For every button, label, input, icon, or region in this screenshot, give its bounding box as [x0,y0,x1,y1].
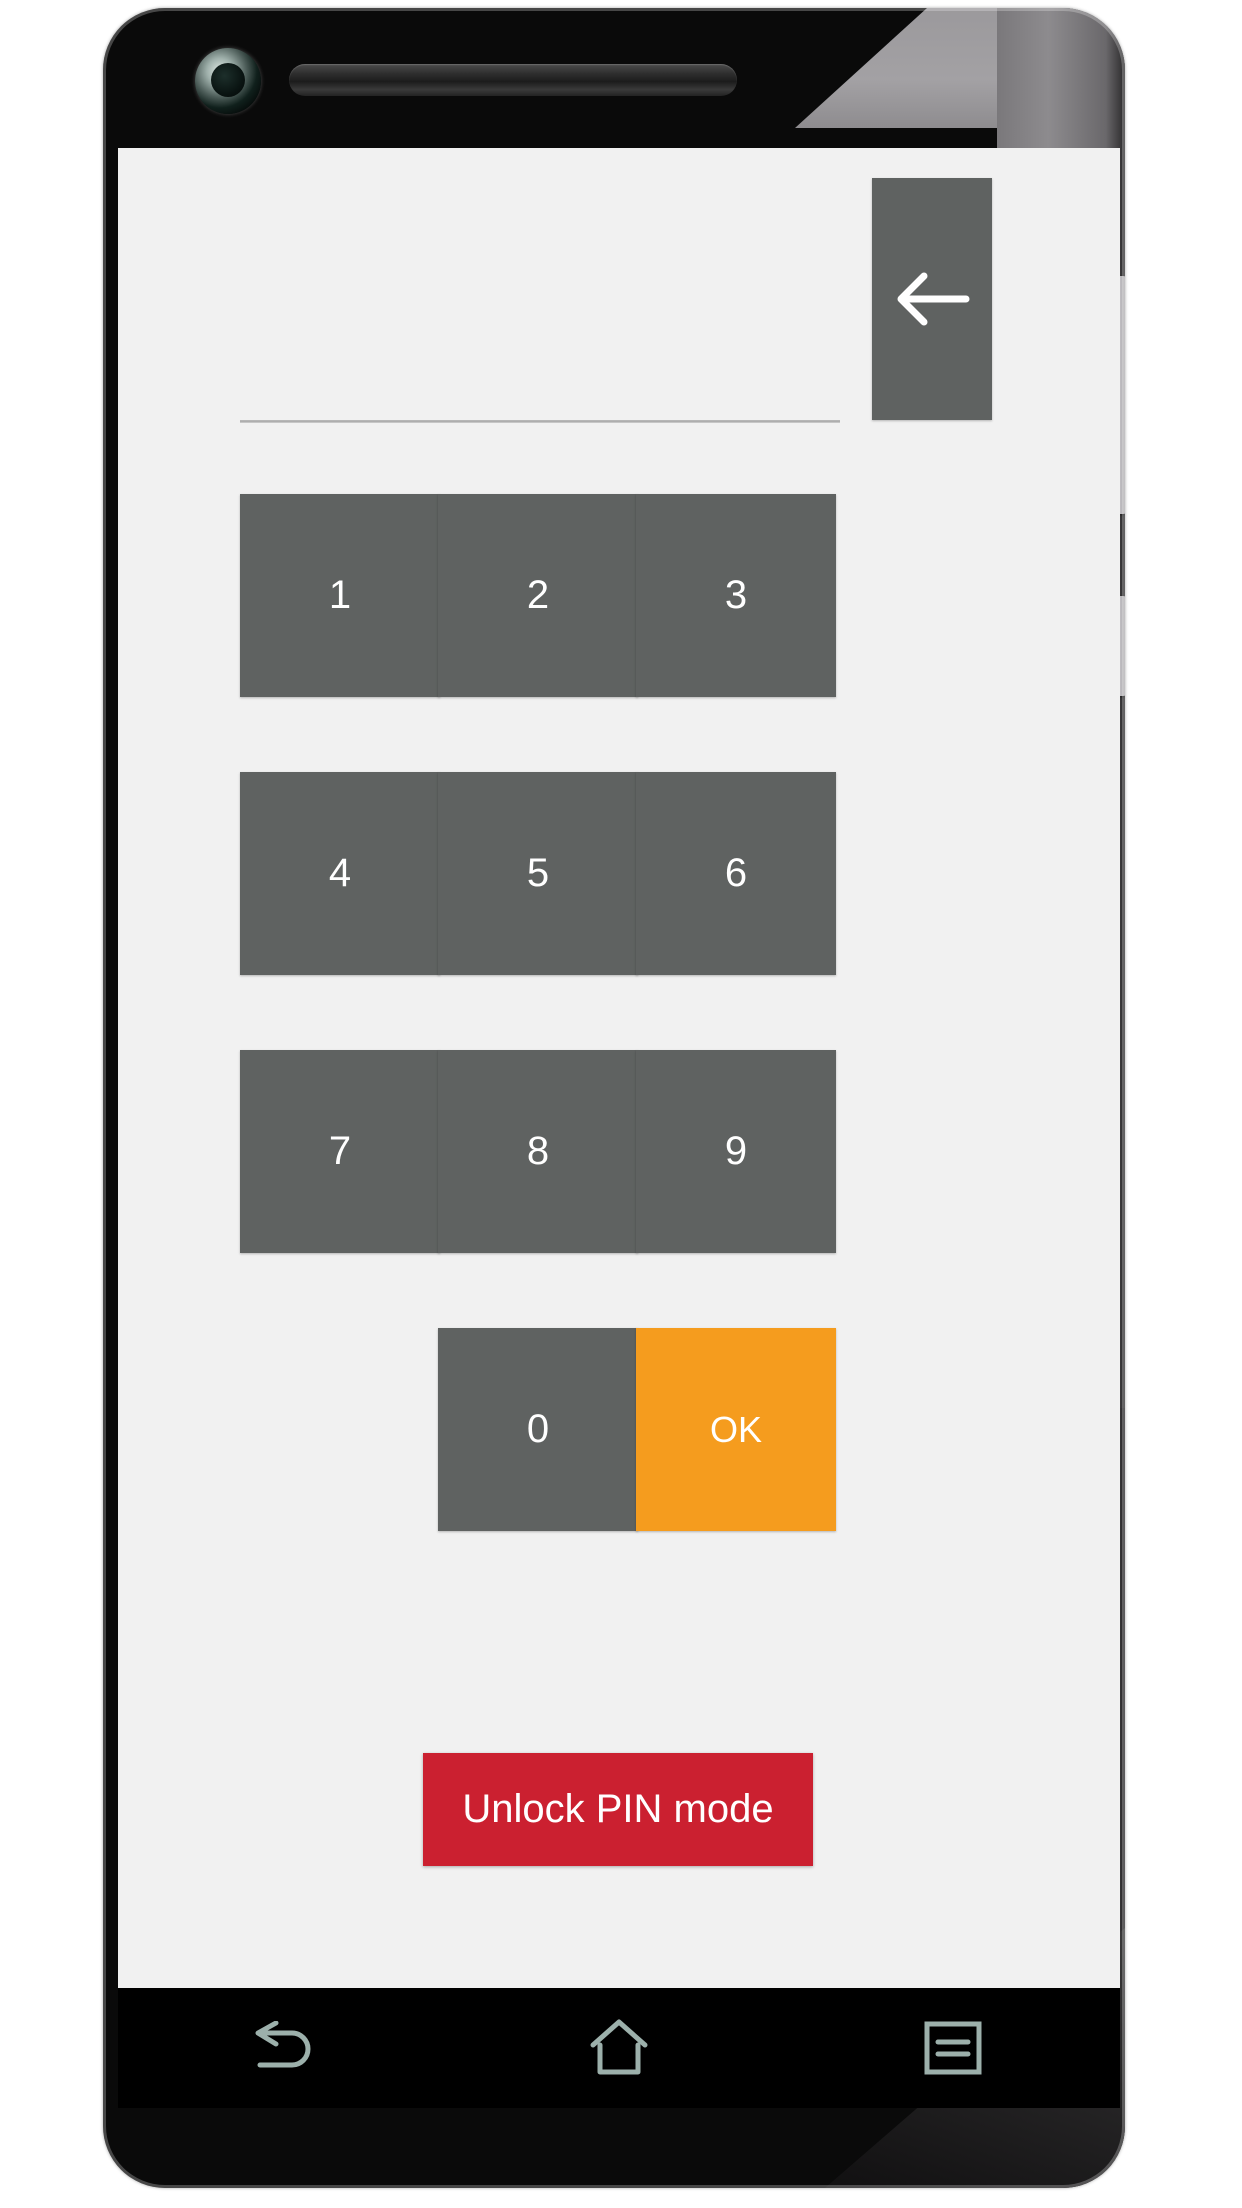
keypad-key-2[interactable]: 2 [438,494,638,697]
pin-input-underline [240,420,840,423]
arrow-left-icon [894,268,970,330]
keypad-key-3[interactable]: 3 [636,494,836,697]
device-screen: 1 2 3 4 5 6 7 8 9 0 OK Unlock PIN mode [118,148,1120,1988]
keypad-key-0[interactable]: 0 [438,1328,638,1531]
keypad-key-5[interactable]: 5 [438,772,638,975]
keypad-row: 4 5 6 [118,772,1120,975]
nav-home-icon[interactable] [564,1993,674,2103]
pin-input-field[interactable] [240,363,840,425]
keypad-row: 7 8 9 [118,1050,1120,1253]
keypad-key-4[interactable]: 4 [240,772,440,975]
nav-recents-icon[interactable] [898,1993,1008,2103]
keypad-row: 1 2 3 [118,494,1120,697]
keypad-key-1[interactable]: 1 [240,494,440,697]
earpiece-speaker-icon [289,64,737,96]
keypad-key-9[interactable]: 9 [636,1050,836,1253]
nav-back-icon[interactable] [230,1993,340,2103]
keypad-key-8[interactable]: 8 [438,1050,638,1253]
keypad-spacer [240,1328,440,1531]
keypad-key-ok[interactable]: OK [636,1328,836,1531]
phone-device-frame: 1 2 3 4 5 6 7 8 9 0 OK Unlock PIN mode [103,8,1125,2188]
keypad-key-7[interactable]: 7 [240,1050,440,1253]
back-button[interactable] [872,178,992,420]
keypad-row: 0 OK [118,1328,1120,1531]
pin-keypad: 1 2 3 4 5 6 7 8 9 0 OK [118,494,1120,1606]
keypad-key-6[interactable]: 6 [636,772,836,975]
front-camera-icon [195,48,261,114]
unlock-pin-mode-button[interactable]: Unlock PIN mode [423,1753,813,1866]
android-navigation-bar [118,1988,1120,2108]
